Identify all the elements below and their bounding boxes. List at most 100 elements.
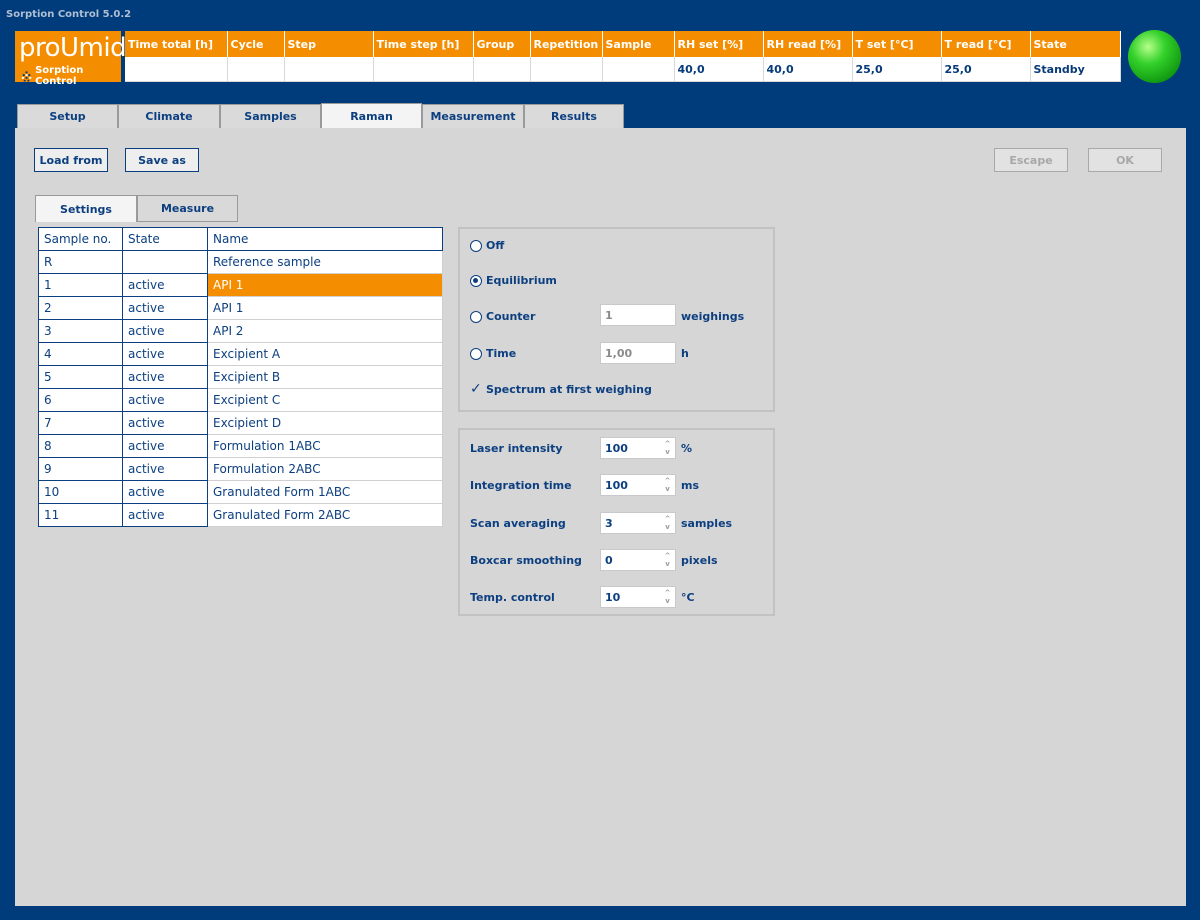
subtab-settings[interactable]: Settings (35, 195, 137, 222)
sample-no-cell: 7 (38, 411, 123, 435)
scan-averaging-value: 3 (605, 516, 613, 530)
sample-no-cell: 9 (38, 457, 123, 481)
status-value (373, 57, 474, 82)
sample-no-cell: 5 (38, 365, 123, 389)
radio-time[interactable] (470, 347, 482, 360)
table-row[interactable]: 3 active API 2 (38, 319, 443, 343)
sample-no-cell: 10 (38, 480, 123, 504)
spin-arrows-icon[interactable]: ^ v (660, 475, 675, 495)
table-row[interactable]: 5 active Excipient B (38, 365, 443, 389)
sample-name-cell: Excipient D (207, 411, 443, 435)
temp-control-label: Temp. control (470, 591, 555, 604)
status-col-header: Step (284, 31, 374, 57)
spin-arrows-icon[interactable]: ^ v (660, 513, 675, 533)
boxcar-smoothing-stepper[interactable]: 0 ^ v (600, 549, 676, 571)
table-row[interactable]: 7 active Excipient D (38, 411, 443, 435)
subtab-measure[interactable]: Measure (137, 195, 238, 222)
laser-intensity-value: 100 (605, 441, 628, 455)
scan-averaging-label: Scan averaging (470, 517, 566, 530)
integration-time-unit: ms (681, 479, 700, 492)
sample-no-cell: R (38, 250, 123, 274)
scan-averaging-stepper[interactable]: 3 ^ v (600, 512, 676, 534)
status-led-icon (1128, 30, 1181, 83)
spin-arrows-icon[interactable]: ^ v (660, 587, 675, 607)
status-rh-set: 40,0 (674, 57, 764, 82)
tab-setup[interactable]: Setup (17, 104, 118, 128)
option-time[interactable]: Time (470, 347, 516, 360)
option-counter[interactable]: Counter (470, 310, 535, 323)
option-equilibrium[interactable]: Equilibrium (470, 274, 557, 287)
sample-name-cell: Excipient C (207, 388, 443, 412)
tab-results[interactable]: Results (524, 104, 624, 128)
time-unit: h (681, 347, 689, 360)
status-value (602, 57, 675, 82)
table-row[interactable]: 9 active Formulation 2ABC (38, 457, 443, 481)
status-value (473, 57, 531, 82)
spin-arrows-icon[interactable]: ^ v (660, 438, 675, 458)
status-col-header: RH read [%] (763, 31, 853, 57)
status-value (125, 57, 228, 82)
escape-button[interactable]: Escape (994, 148, 1068, 172)
logo-subtitle: Sorption Control (35, 65, 84, 87)
sample-state-cell: active (122, 457, 208, 481)
laser-intensity-stepper[interactable]: 100 ^ v (600, 437, 676, 459)
laser-group: Laser intensity 100 ^ v % Integration tim… (458, 428, 775, 616)
table-row[interactable]: 10 active Granulated Form 1ABC (38, 480, 443, 504)
sample-no-cell: 3 (38, 319, 123, 343)
sample-state-cell: active (122, 342, 208, 366)
laser-intensity-label: Laser intensity (470, 442, 563, 455)
option-off[interactable]: Off (470, 239, 504, 252)
radio-off[interactable] (470, 239, 482, 252)
tab-samples[interactable]: Samples (220, 104, 321, 128)
spectrum-first-weighing[interactable]: ✓ Spectrum at first weighing (470, 381, 652, 397)
tab-measurement[interactable]: Measurement (422, 104, 524, 128)
sample-state-cell: active (122, 365, 208, 389)
checkbox-check-icon[interactable]: ✓ (470, 381, 482, 397)
tab-climate[interactable]: Climate (118, 104, 220, 128)
laser-intensity-unit: % (681, 442, 693, 455)
spin-arrows-icon[interactable]: ^ v (660, 550, 675, 570)
status-t-read: 25,0 (941, 57, 1031, 82)
table-row[interactable]: 11 active Granulated Form 2ABC (38, 503, 443, 527)
counter-input[interactable]: 1 (600, 304, 676, 326)
sample-name-cell: Granulated Form 1ABC (207, 480, 443, 504)
sample-state-cell: active (122, 480, 208, 504)
table-row[interactable]: 1 active API 1 (38, 273, 443, 297)
option-counter-label: Counter (486, 310, 536, 323)
ok-button[interactable]: OK (1088, 148, 1162, 172)
integration-time-value: 100 (605, 478, 628, 492)
table-row[interactable]: 4 active Excipient A (38, 342, 443, 366)
radio-counter[interactable] (470, 310, 482, 323)
sample-state-cell: active (122, 411, 208, 435)
spectrum-first-weighing-label: Spectrum at first weighing (486, 382, 652, 396)
status-col-header: Time step [h] (373, 31, 474, 57)
status-rh-read: 40,0 (763, 57, 853, 82)
sample-no-cell: 2 (38, 296, 123, 320)
temp-control-value: 10 (605, 590, 621, 604)
sample-state-cell (122, 250, 208, 274)
logo-subtitle-row: Sorption Control (21, 65, 121, 87)
status-col-header: Sample (602, 31, 675, 57)
column-header-state: State (122, 227, 208, 251)
radio-equilibrium[interactable] (470, 274, 482, 287)
sample-state-cell: active (122, 319, 208, 343)
tab-raman[interactable]: Raman (321, 103, 422, 129)
table-row[interactable]: 2 active API 1 (38, 296, 443, 320)
load-from-button[interactable]: Load from (34, 148, 108, 172)
status-col-header: State (1030, 31, 1121, 57)
temp-control-stepper[interactable]: 10 ^ v (600, 586, 676, 608)
app-title: Sorption Control 5.0.2 (6, 9, 132, 20)
time-input[interactable]: 1,00 (600, 342, 676, 364)
table-row[interactable]: 6 active Excipient C (38, 388, 443, 412)
save-as-button[interactable]: Save as (125, 148, 199, 172)
column-header-name: Name (207, 227, 443, 251)
table-row[interactable]: R Reference sample (38, 250, 443, 274)
droplets-icon (21, 71, 32, 82)
sample-name-cell: Formulation 2ABC (207, 457, 443, 481)
table-row[interactable]: 8 active Formulation 1ABC (38, 434, 443, 458)
status-col-header: Group (473, 31, 531, 57)
sample-table-header: Sample no. State Name (38, 227, 443, 251)
sample-state-cell: active (122, 388, 208, 412)
integration-time-stepper[interactable]: 100 ^ v (600, 474, 676, 496)
sample-state-cell: active (122, 296, 208, 320)
